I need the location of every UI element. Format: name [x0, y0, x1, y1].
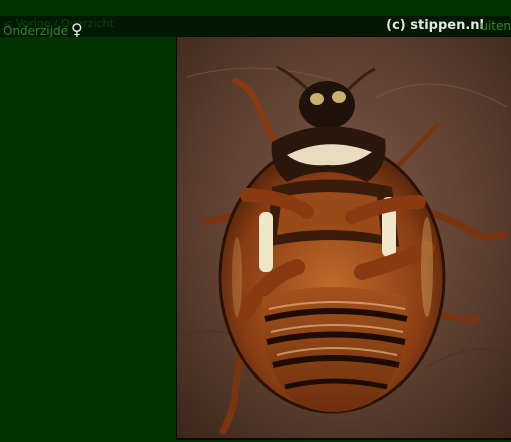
left-panel [0, 37, 176, 442]
beetle-photo [176, 36, 511, 440]
copyright-credit: (c) stippen.nl [386, 18, 484, 33]
next-link[interactable]: uiten [480, 18, 511, 34]
title-bar: < Vorige / Overzicht Onderzijde ♀ (c) sti… [0, 15, 511, 38]
caption-text: Onderzijde [3, 24, 68, 38]
top-band [0, 0, 511, 15]
photo-icon [177, 37, 511, 438]
